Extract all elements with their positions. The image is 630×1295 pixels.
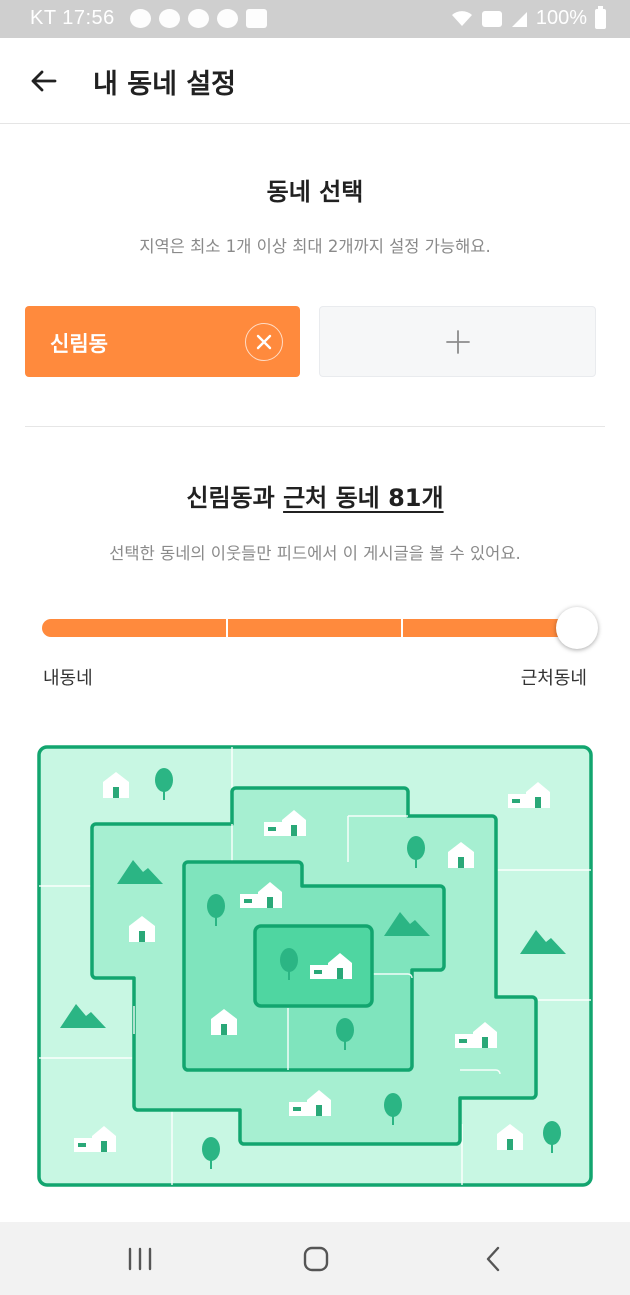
arrow-left-icon xyxy=(31,70,57,92)
divider xyxy=(25,426,605,427)
system-nav-bar xyxy=(0,1222,630,1295)
status-bar: KT 17:56 100% xyxy=(0,0,630,38)
home-icon xyxy=(303,1246,329,1272)
nearby-count-link[interactable]: 근처 동네 81개 xyxy=(283,484,444,512)
back-button[interactable] xyxy=(22,60,64,102)
page-title: 내 동네 설정 xyxy=(93,69,236,100)
face-icon xyxy=(188,9,209,28)
hd-icon xyxy=(481,10,502,27)
selected-neighborhood-chip[interactable]: 신림동 xyxy=(25,306,300,377)
plus-icon xyxy=(445,329,470,354)
battery-icon xyxy=(595,5,606,29)
image-icon xyxy=(246,9,267,28)
slider-max-label: 근처동네 xyxy=(520,668,587,689)
system-back-button[interactable] xyxy=(463,1238,523,1280)
feather-icon xyxy=(217,9,238,28)
add-neighborhood-button[interactable] xyxy=(319,306,596,377)
notification-icons xyxy=(130,9,267,28)
range-title-prefix: 신림동과 xyxy=(186,484,284,512)
signal-icon xyxy=(511,11,527,27)
slider-tick xyxy=(226,619,228,637)
range-slider-thumb[interactable] xyxy=(556,607,598,649)
back-icon xyxy=(486,1246,500,1272)
range-subtitle: 선택한 동네의 이웃들만 피드에서 이 게시글을 볼 수 있어요. xyxy=(109,544,521,563)
section-subtitle: 지역은 최소 1개 이상 최대 2개까지 설정 가능해요. xyxy=(139,237,491,256)
home-button[interactable] xyxy=(286,1238,346,1280)
battery-percent: 100% xyxy=(535,7,587,29)
status-right: 100% xyxy=(450,5,606,30)
status-carrier-time: KT 17:56 xyxy=(30,7,115,29)
app-bar: 내 동네 설정 xyxy=(0,38,630,124)
talk-icon xyxy=(130,9,151,28)
range-slider-track[interactable] xyxy=(42,619,578,637)
selected-neighborhood-label: 신림동 xyxy=(50,332,108,356)
wifi-icon xyxy=(451,10,472,26)
slider-min-label: 내동네 xyxy=(43,668,93,689)
face-icon xyxy=(159,9,180,28)
remove-neighborhood-button[interactable] xyxy=(245,323,283,361)
neighborhood-range-map xyxy=(37,745,593,1187)
recent-apps-icon xyxy=(128,1247,152,1271)
recent-apps-button[interactable] xyxy=(110,1238,170,1280)
close-icon xyxy=(256,334,272,350)
section-title: 동네 선택 xyxy=(266,178,364,206)
slider-tick xyxy=(401,619,403,637)
range-title: 신림동과 근처 동네 81개 xyxy=(0,478,630,513)
